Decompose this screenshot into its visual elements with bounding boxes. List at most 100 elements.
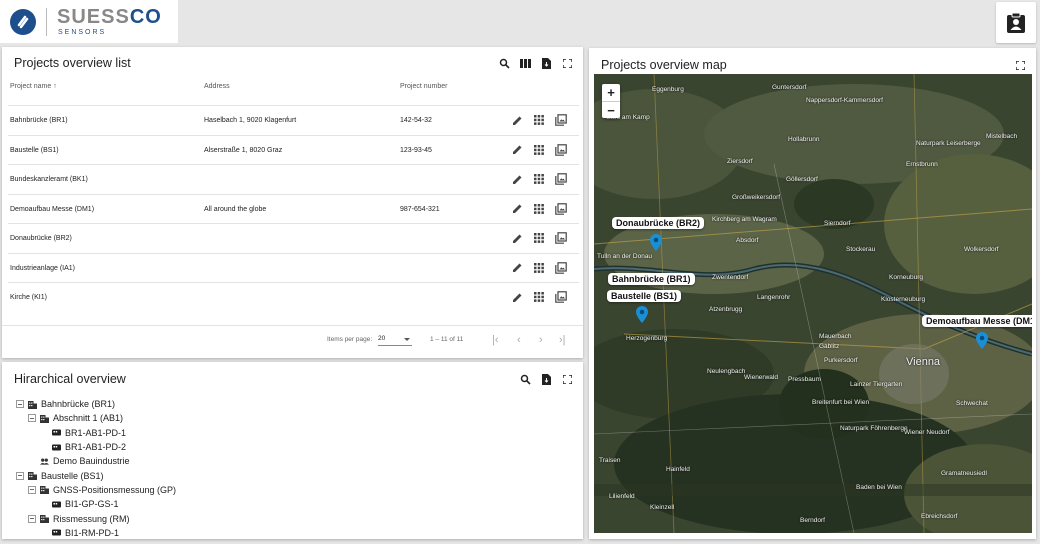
fullscreen-button[interactable] <box>561 57 573 69</box>
map-pin-icon[interactable] <box>650 234 662 251</box>
gallery-button[interactable] <box>555 114 567 126</box>
building-icon <box>28 400 37 409</box>
dashboard-button[interactable] <box>533 203 545 215</box>
dashboard-button[interactable] <box>533 232 545 244</box>
zoom-out-button[interactable]: − <box>602 101 620 118</box>
edit-button[interactable] <box>511 173 523 185</box>
zoom-in-button[interactable]: + <box>602 84 620 101</box>
tree-node[interactable]: Rissmessung (RM) <box>16 511 176 525</box>
collapse-toggle-icon[interactable] <box>28 514 36 523</box>
map-pin-icon[interactable] <box>976 332 988 349</box>
edit-button[interactable] <box>511 291 523 303</box>
marker-label-baustelle[interactable]: Baustelle (BS1) <box>607 290 682 302</box>
column-header-name[interactable]: Project name ↑ <box>10 83 57 90</box>
map-place-label: Langenrohr <box>757 294 791 301</box>
tree-node[interactable]: BR1-AB1-PD-1 <box>16 426 176 440</box>
projects-map-title: Projects overview map <box>601 58 727 72</box>
project-number-cell: 142-54-32 <box>400 117 432 124</box>
table-row[interactable]: Bahnbrücke (BR1) Haselbach 1, 9020 Klagen… <box>8 105 579 135</box>
building-icon <box>40 485 49 495</box>
satellite-map[interactable]: Eggenburg Gars am Kamp Guntersdorf Nappersd… <box>594 74 1032 533</box>
map-pin-icon[interactable] <box>636 306 648 323</box>
gallery-button[interactable] <box>555 173 567 185</box>
tree-export-button[interactable] <box>540 373 552 385</box>
sort-arrow-up-icon: ↑ <box>53 83 57 90</box>
marker-label-bahnbruecke[interactable]: Bahnbrücke (BR1) <box>608 273 695 285</box>
gallery-button[interactable] <box>555 143 567 156</box>
tree-node[interactable]: BI1-GP-GS-1 <box>16 497 176 511</box>
gallery-button[interactable] <box>555 261 567 274</box>
dashboard-button[interactable] <box>533 173 545 185</box>
first-page-button[interactable]: |‹ <box>492 334 499 346</box>
tree-node[interactable]: GNSS-Positionsmessung (GP) <box>16 483 176 497</box>
map-place-label: Göllersdorf <box>786 176 818 183</box>
map-place-label: Wiener Neudorf <box>904 429 950 436</box>
last-page-icon: ›| <box>559 334 566 346</box>
gallery-button[interactable] <box>555 202 567 215</box>
last-page-button[interactable]: ›| <box>559 334 566 346</box>
tree-node-label: Baustelle (BS1) <box>41 470 104 481</box>
table-row[interactable]: Kirche (KI1) <box>8 282 579 312</box>
column-header-address[interactable]: Address <box>204 83 230 90</box>
dashboard-button[interactable] <box>533 262 545 274</box>
tree-node[interactable]: Demo Bauindustrie <box>16 454 176 468</box>
map-place-label: Absdorf <box>736 237 759 244</box>
column-header-number[interactable]: Project number <box>400 83 447 90</box>
dashboard-button[interactable] <box>533 144 545 156</box>
edit-button[interactable] <box>511 203 523 215</box>
brand-logo[interactable]: SUESSCO SENSORS <box>0 0 178 43</box>
view-column-icon <box>519 58 531 68</box>
project-name-cell: Demoaufbau Messe (DM1) <box>10 205 95 213</box>
collapse-toggle-icon[interactable] <box>16 471 24 480</box>
export-button[interactable] <box>540 57 552 69</box>
tree-node[interactable]: BR1-AB1-PD-2 <box>16 440 176 454</box>
logo-name-main: SUESS <box>57 6 130 28</box>
table-row[interactable]: Industrieanlage (IA1) <box>8 252 579 283</box>
columns-button[interactable] <box>519 57 531 69</box>
project-address-cell: Alserstraße 1, 8020 Graz <box>204 146 283 154</box>
marker-label-donaubruecke[interactable]: Donaubrücke (BR2) <box>612 217 705 229</box>
dropdown-caret-icon <box>404 338 410 341</box>
grid-icon <box>534 233 544 243</box>
project-number-cell: 123-93-45 <box>400 146 432 154</box>
edit-button[interactable] <box>511 262 523 274</box>
page-size-select[interactable]: 20 <box>378 332 412 346</box>
grid-icon <box>534 174 544 184</box>
edit-button[interactable] <box>511 114 523 126</box>
first-page-icon: |‹ <box>492 334 499 346</box>
collapse-toggle-icon[interactable] <box>28 485 36 494</box>
map-fullscreen-button[interactable] <box>1014 59 1026 71</box>
photo-library-icon <box>555 232 567 244</box>
tree-node[interactable]: Bahnbrücke (BR1) <box>16 397 176 411</box>
next-page-button[interactable]: › <box>539 334 543 346</box>
dashboard-button[interactable] <box>533 114 545 126</box>
map-place-label: Kleinzell <box>650 504 675 511</box>
previous-page-button[interactable]: ‹ <box>517 334 521 346</box>
table-row[interactable]: Donaubrücke (BR2) <box>8 223 579 253</box>
map-place-label: Pressbaum <box>788 376 821 383</box>
photo-library-icon <box>555 114 567 126</box>
table-row[interactable]: Demoaufbau Messe (DM1) All around the glo… <box>8 193 579 224</box>
pencil-icon <box>512 234 521 243</box>
dashboard-button[interactable] <box>533 291 545 303</box>
edit-button[interactable] <box>511 232 523 244</box>
collapse-toggle-icon[interactable] <box>28 414 36 423</box>
gallery-button[interactable] <box>555 232 567 244</box>
tree-node-label: BI1-GP-GS-1 <box>65 499 119 510</box>
marker-label-demoaufbau[interactable]: Demoaufbau Messe (DM1) <box>922 315 1032 327</box>
tree-node[interactable]: BI1-RM-PD-1 <box>16 526 176 539</box>
row-actions <box>511 114 567 126</box>
building-icon <box>28 471 37 481</box>
collapse-toggle-icon[interactable] <box>16 400 24 409</box>
tree-fullscreen-button[interactable] <box>561 373 573 385</box>
edit-button[interactable] <box>511 144 523 156</box>
clipboard-button[interactable] <box>996 2 1036 43</box>
tree-node[interactable]: Baustelle (BS1) <box>16 468 176 482</box>
tree-node[interactable]: Abschnitt 1 (AB1) <box>16 411 176 425</box>
search-button[interactable] <box>498 57 510 69</box>
tree-search-button[interactable] <box>519 373 531 385</box>
table-row[interactable]: Bundeskanzleramt (BK1) <box>8 164 579 194</box>
table-row[interactable]: Baustelle (BS1) Alserstraße 1, 8020 Graz 1… <box>8 134 579 165</box>
gallery-button[interactable] <box>555 291 567 303</box>
pencil-icon <box>512 204 521 213</box>
